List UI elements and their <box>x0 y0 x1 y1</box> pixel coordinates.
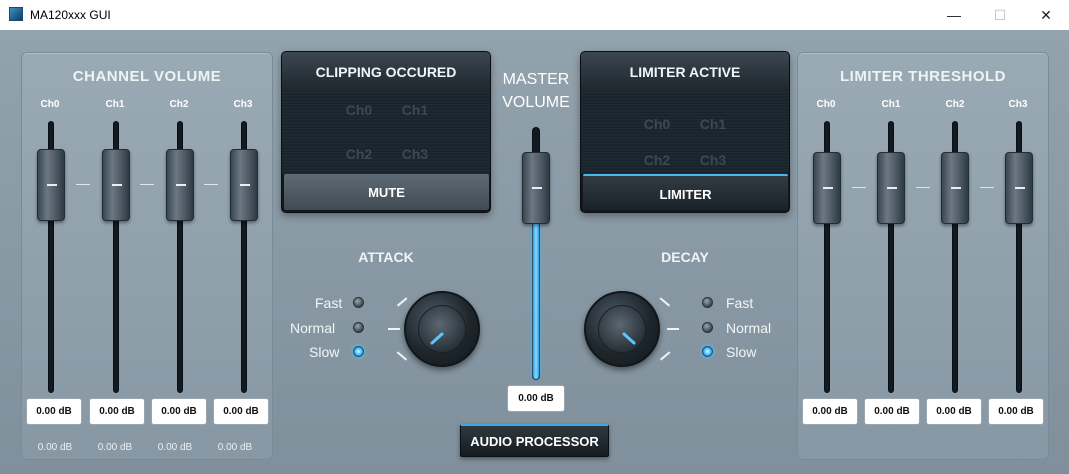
clipping-indicator-ch2: Ch2 <box>345 146 373 162</box>
decay-option-normal-label: Normal <box>726 320 772 336</box>
decay-option-fast-label: Fast <box>726 295 754 311</box>
attack-option-slow-label: Slow <box>309 344 340 360</box>
master-volume-title-line1: MASTER <box>502 71 570 88</box>
channel-volume-panel: CHANNEL VOLUME Ch0 Ch1 Ch2 Ch3 0.00 dB 0… <box>21 52 273 460</box>
channel-volume-readout-ch0: 0.00 dB <box>37 442 73 453</box>
limiter-threshold-input-ch1[interactable]: 0.00 dB <box>864 398 920 425</box>
attack-normal-radio[interactable] <box>353 322 364 333</box>
limiter-threshold-label-ch3: Ch3 <box>1008 99 1028 110</box>
decay-title: DECAY <box>661 249 709 265</box>
attack-title: ATTACK <box>358 249 414 265</box>
decay-knob[interactable] <box>584 291 660 367</box>
channel-volume-readout-ch2: 0.00 dB <box>157 442 193 453</box>
audio-processor-button[interactable]: AUDIO PROCESSOR <box>460 424 609 457</box>
limiter-threshold-thumb-ch1[interactable] <box>877 152 905 224</box>
slider-divider <box>852 187 866 188</box>
limiter-indicator-area: Ch0 Ch1 Ch2 Ch3 <box>581 92 789 174</box>
channel-volume-input-ch3[interactable]: 0.00 dB <box>213 398 269 425</box>
attack-knob[interactable] <box>404 291 480 367</box>
limiter-threshold-title: LIMITER THRESHOLD <box>840 68 1006 85</box>
decay-fast-radio[interactable] <box>702 297 713 308</box>
slider-divider <box>204 184 218 185</box>
master-volume-title-line2: VOLUME <box>502 94 570 111</box>
attack-fast-radio[interactable] <box>353 297 364 308</box>
limiter-threshold-thumb-ch0[interactable] <box>813 152 841 224</box>
app-body: CHANNEL VOLUME Ch0 Ch1 Ch2 Ch3 0.00 dB 0… <box>0 30 1069 474</box>
limiter-indicator-ch1: Ch1 <box>699 116 727 132</box>
clipping-indicator-area: Ch0 Ch1 Ch2 Ch3 <box>282 92 490 174</box>
clipping-indicator-ch0: Ch0 <box>345 102 373 118</box>
app-icon <box>9 7 23 21</box>
close-button[interactable]: ✕ <box>1023 0 1069 30</box>
master-volume-input[interactable]: 0.00 dB <box>507 385 565 412</box>
channel-volume-readout-ch1: 0.00 dB <box>97 442 133 453</box>
slider-divider <box>916 187 930 188</box>
channel-volume-label-ch3: Ch3 <box>233 99 253 110</box>
minimize-button[interactable]: — <box>931 0 977 30</box>
decay-option-slow-label: Slow <box>726 344 757 360</box>
knob-tick <box>659 297 671 307</box>
channel-volume-thumb-ch1[interactable] <box>102 149 130 221</box>
channel-volume-thumb-ch0[interactable] <box>37 149 65 221</box>
limiter-threshold-label-ch2: Ch2 <box>945 99 965 110</box>
channel-volume-readout-ch3: 0.00 dB <box>217 442 253 453</box>
master-volume-thumb[interactable] <box>522 152 550 224</box>
channel-volume-thumb-ch2[interactable] <box>166 149 194 221</box>
limiter-button[interactable]: LIMITER <box>583 174 788 210</box>
limiter-threshold-input-ch0[interactable]: 0.00 dB <box>802 398 858 425</box>
channel-volume-label-ch0: Ch0 <box>40 99 60 110</box>
title-bar: MA120xxx GUI — ☐ ✕ <box>0 0 1069 30</box>
channel-volume-input-ch0[interactable]: 0.00 dB <box>26 398 82 425</box>
limiter-indicator-ch0: Ch0 <box>643 116 671 132</box>
limiter-indicator-ch3: Ch3 <box>699 152 727 168</box>
channel-volume-title: CHANNEL VOLUME <box>72 68 222 85</box>
limiter-indicator-panel: LIMITER ACTIVE Ch0 Ch1 Ch2 Ch3 LIMITER <box>580 51 790 213</box>
decay-knob-indicator-icon <box>622 332 636 345</box>
limiter-threshold-input-ch2[interactable]: 0.00 dB <box>926 398 982 425</box>
attack-option-normal-label: Normal <box>290 320 336 336</box>
clipping-title: CLIPPING OCCURED <box>282 52 490 92</box>
slider-divider <box>76 184 90 185</box>
limiter-threshold-label-ch0: Ch0 <box>816 99 836 110</box>
limiter-threshold-label-ch1: Ch1 <box>881 99 901 110</box>
channel-volume-label-ch1: Ch1 <box>105 99 125 110</box>
clipping-indicator-panel: CLIPPING OCCURED Ch0 Ch1 Ch2 Ch3 MUTE <box>281 51 491 213</box>
mute-button[interactable]: MUTE <box>284 174 489 210</box>
limiter-threshold-input-ch3[interactable]: 0.00 dB <box>988 398 1044 425</box>
window-title: MA120xxx GUI <box>30 8 111 22</box>
channel-volume-input-ch2[interactable]: 0.00 dB <box>151 398 207 425</box>
knob-tick <box>659 351 671 361</box>
clipping-indicator-ch3: Ch3 <box>401 146 429 162</box>
limiter-threshold-thumb-ch3[interactable] <box>1005 152 1033 224</box>
decay-normal-radio[interactable] <box>702 322 713 333</box>
decay-slow-radio[interactable] <box>702 346 713 357</box>
maximize-button[interactable]: ☐ <box>977 0 1023 30</box>
limiter-threshold-panel: LIMITER THRESHOLD Ch0 Ch1 Ch2 Ch3 0.00 d… <box>797 52 1049 460</box>
channel-volume-label-ch2: Ch2 <box>169 99 189 110</box>
channel-volume-input-ch1[interactable]: 0.00 dB <box>89 398 145 425</box>
attack-knob-indicator-icon <box>430 332 444 345</box>
limiter-indicator-ch2: Ch2 <box>643 152 671 168</box>
knob-tick <box>388 328 400 330</box>
limiter-threshold-thumb-ch2[interactable] <box>941 152 969 224</box>
master-volume-title: MASTER VOLUME <box>486 68 586 114</box>
limiter-active-title: LIMITER ACTIVE <box>581 52 789 92</box>
slider-divider <box>140 184 154 185</box>
channel-volume-thumb-ch3[interactable] <box>230 149 258 221</box>
attack-slow-radio[interactable] <box>353 346 364 357</box>
slider-divider <box>980 187 994 188</box>
attack-option-fast-label: Fast <box>315 295 343 311</box>
clipping-indicator-ch1: Ch1 <box>401 102 429 118</box>
knob-tick <box>667 328 679 330</box>
